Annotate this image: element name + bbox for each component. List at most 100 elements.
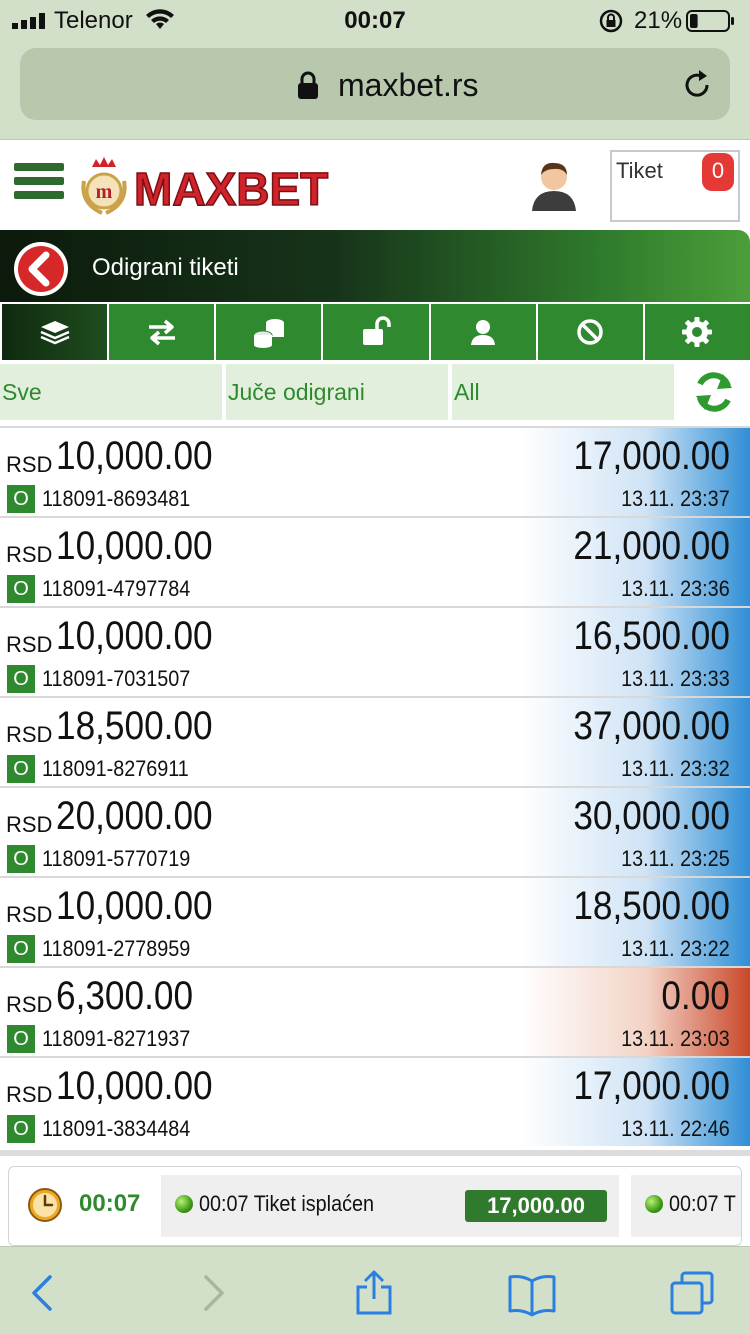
filter-row: Sve Juče odigrani All [0,364,750,420]
ticket-stake: 20,000.00 [56,794,213,838]
ticket-stake: 18,500.00 [56,704,213,748]
ticket-currency: RSD [6,452,53,477]
bookmarks-icon[interactable] [508,1269,556,1317]
ticket-status-badge: O [7,485,35,513]
stack-icon [40,321,70,345]
ticket-currency: RSD [6,812,53,837]
ticket-date: 13.11. 23:03 [621,1026,730,1051]
filter-category[interactable]: All [452,364,674,420]
transfer-arrows-icon [148,319,175,346]
ticker-item-text: 00:07 T [669,1191,736,1216]
ticket-stake: 10,000.00 [56,1064,213,1108]
rotation-lock-icon [599,9,623,33]
tiket-label: Tiket [616,158,663,183]
ticket-currency: RSD [6,722,53,747]
ticker-item-text: 00:07 Tiket isplaćen [199,1191,375,1216]
tab-profile[interactable] [430,304,536,360]
tabs-icon[interactable] [668,1269,716,1317]
ticket-date: 13.11. 23:25 [621,846,730,871]
ticket-row[interactable]: RSD 18,500.00 O 118091-8276911 37,000.00… [0,696,750,786]
ticket-status-badge: O [7,845,35,873]
ticket-date: 13.11. 23:22 [621,936,730,961]
tab-payouts[interactable] [216,304,322,360]
url-text: maxbet.rs [338,67,479,103]
ticket-stake: 6,300.00 [56,974,194,1018]
live-ticker-bar: 00:07 00:07 Tiket isplaćen 17,000.00 00:… [0,1150,750,1246]
ticket-status-badge: O [7,575,35,603]
tiket-cart-button[interactable]: Tiket 0 [610,150,740,222]
coins-icon [253,319,284,348]
refresh-icon[interactable] [690,368,738,416]
tiket-count-badge: 0 [702,153,734,191]
ticket-row[interactable]: RSD 20,000.00 O 118091-5770719 30,000.00… [0,786,750,876]
ticket-win-amount: 21,000.00 [573,524,730,568]
ticket-status-badge: O [7,755,35,783]
ticker-item[interactable]: 00:07 Tiket isplaćen 17,000.00 [161,1175,619,1237]
maxbet-logo[interactable]: m MAXBET [76,151,376,221]
ticket-row[interactable]: RSD 10,000.00 O 118091-7031507 16,500.00… [0,606,750,696]
battery-percent: 21% [634,7,683,34]
browser-back-icon[interactable] [20,1269,68,1317]
svg-text:m: m [96,181,113,203]
ticket-id: 118091-3834484 [42,1116,191,1141]
ticker-item[interactable]: 00:07 T [631,1175,741,1237]
ticket-win-amount: 37,000.00 [573,704,730,748]
logo-wordmark: MAXBET [134,163,328,215]
ticket-win-amount: 17,000.00 [573,1064,730,1108]
status-bar: Telenor 00:07 21% [0,0,750,42]
ticket-date: 13.11. 23:37 [621,486,730,511]
ticket-id: 118091-8276911 [42,756,189,781]
ticket-currency: RSD [6,1082,53,1107]
ticket-tabs [2,304,750,360]
site-header: m MAXBET Tiket 0 [0,141,750,229]
ticket-stake: 10,000.00 [56,884,213,928]
gear-icon [682,317,713,347]
ticket-id: 118091-5770719 [42,846,191,871]
ticket-win-amount: 17,000.00 [573,434,730,478]
ticket-status-badge: O [7,935,35,963]
ticket-id: 118091-2778959 [42,936,191,961]
ban-icon [577,319,604,345]
address-bar[interactable]: maxbet.rs [20,48,730,120]
page-title-bar: Odigrani tiketi [0,230,750,302]
user-avatar-icon[interactable] [530,159,578,211]
tab-unlock[interactable] [323,304,429,360]
menu-bar [14,163,64,171]
share-icon[interactable] [350,1269,398,1317]
tab-transactions[interactable] [109,304,215,360]
reload-icon[interactable] [680,68,714,102]
padlock-icon [298,71,318,99]
ticket-id: 118091-4797784 [42,576,191,601]
menu-button[interactable] [14,163,64,207]
clock-icon [28,1188,62,1222]
tab-settings[interactable] [644,304,750,360]
ticket-row[interactable]: RSD 6,300.00 O 118091-8271937 0.00 13.11… [0,966,750,1056]
browser-toolbar [0,1246,750,1334]
ticket-status-badge: O [7,665,35,693]
ticket-id: 118091-8693481 [42,486,191,511]
browser-forward-icon[interactable] [188,1269,236,1317]
filter-period[interactable]: Juče odigrani [226,364,448,420]
tab-all-tickets[interactable] [2,304,108,360]
battery-icon [686,10,734,32]
logo-laurel: m [81,157,127,215]
ticket-row[interactable]: RSD 10,000.00 O 118091-4797784 21,000.00… [0,516,750,606]
ticket-date: 13.11. 22:46 [621,1116,730,1141]
ticket-row[interactable]: RSD 10,000.00 O 118091-3834484 17,000.00… [0,1056,750,1146]
unlock-icon [362,316,391,345]
ticket-status-badge: O [7,1025,35,1053]
tab-blocked[interactable] [537,304,643,360]
back-button[interactable] [12,240,70,298]
ticket-win-amount: 18,500.00 [573,884,730,928]
ticker-clock-time: 00:07 [79,1190,141,1217]
menu-bar [14,177,64,185]
ticket-stake: 10,000.00 [56,524,213,568]
ticket-id: 118091-8271937 [42,1026,191,1051]
ticket-id: 118091-7031507 [42,666,191,691]
ticket-stake: 10,000.00 [56,614,213,658]
ticket-status-badge: O [7,1115,35,1143]
ticket-row[interactable]: RSD 10,000.00 O 118091-2778959 18,500.00… [0,876,750,966]
ticket-win-amount: 16,500.00 [573,614,730,658]
ticket-row[interactable]: RSD 10,000.00 O 118091-8693481 17,000.00… [0,426,750,516]
filter-ticket-type[interactable]: Sve [0,364,222,420]
